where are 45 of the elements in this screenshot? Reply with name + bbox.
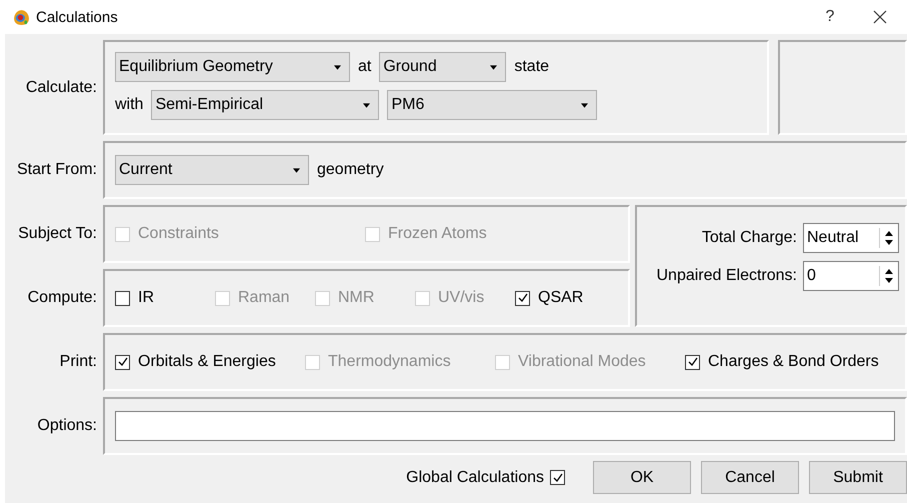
caret-icon: [363, 102, 370, 108]
row-label: Start From:: [16, 161, 98, 179]
dropdown[interactable]: Current: [115, 155, 309, 185]
row-label: Options:: [36, 417, 98, 435]
dialog-button[interactable]: Cancel: [701, 461, 799, 494]
dropdown[interactable]: Ground: [379, 52, 506, 82]
checkmark-icon: [116, 356, 128, 368]
field-label: Total Charge:: [702, 229, 797, 247]
dropdown[interactable]: Equilibrium Geometry: [115, 52, 350, 82]
caret-icon: [334, 64, 341, 70]
caret-icon: [490, 64, 498, 70]
row-label: Compute:: [26, 289, 98, 307]
checkbox[interactable]: IR: [115, 289, 215, 307]
app-logo-icon: [13, 8, 30, 26]
label-text: with: [115, 96, 144, 114]
checkmark-icon: [552, 472, 564, 484]
row-label: Print:: [58, 353, 98, 371]
window-title: Calculations: [36, 8, 118, 26]
help-button[interactable]: ?: [807, 2, 853, 32]
spin-field[interactable]: 0: [803, 261, 899, 291]
caret-icon: [293, 168, 300, 172]
row-label: Calculate:: [24, 78, 98, 96]
down-arrow-icon[interactable]: [885, 240, 893, 245]
label-text: at: [358, 58, 372, 76]
checkmark-icon: [516, 292, 528, 304]
label-text: geometry: [317, 161, 384, 179]
caret-icon: [581, 102, 588, 108]
up-arrow-icon[interactable]: [885, 269, 893, 274]
down-arrow-icon[interactable]: [885, 278, 893, 283]
checkbox[interactable]: Global Calculations: [406, 468, 565, 486]
checkmark-icon: [686, 356, 698, 368]
options-field[interactable]: [115, 411, 895, 441]
row-label: Subject To:: [17, 225, 98, 243]
up-arrow-icon[interactable]: [885, 231, 893, 236]
checkbox[interactable]: Orbitals & Energies: [115, 353, 305, 371]
field-label: Unpaired Electrons:: [656, 267, 797, 285]
checkbox[interactable]: QSAR: [515, 289, 615, 307]
dialog-button[interactable]: OK: [593, 461, 691, 494]
checkbox[interactable]: Charges & Bond Orders: [685, 353, 879, 371]
dropdown[interactable]: Semi-Empirical: [151, 90, 380, 120]
dialog-button[interactable]: Submit: [809, 461, 907, 494]
close-icon: [873, 10, 887, 24]
spin-field[interactable]: Neutral: [803, 223, 899, 253]
label-text: state: [514, 58, 550, 76]
dropdown[interactable]: PM6: [387, 90, 598, 120]
